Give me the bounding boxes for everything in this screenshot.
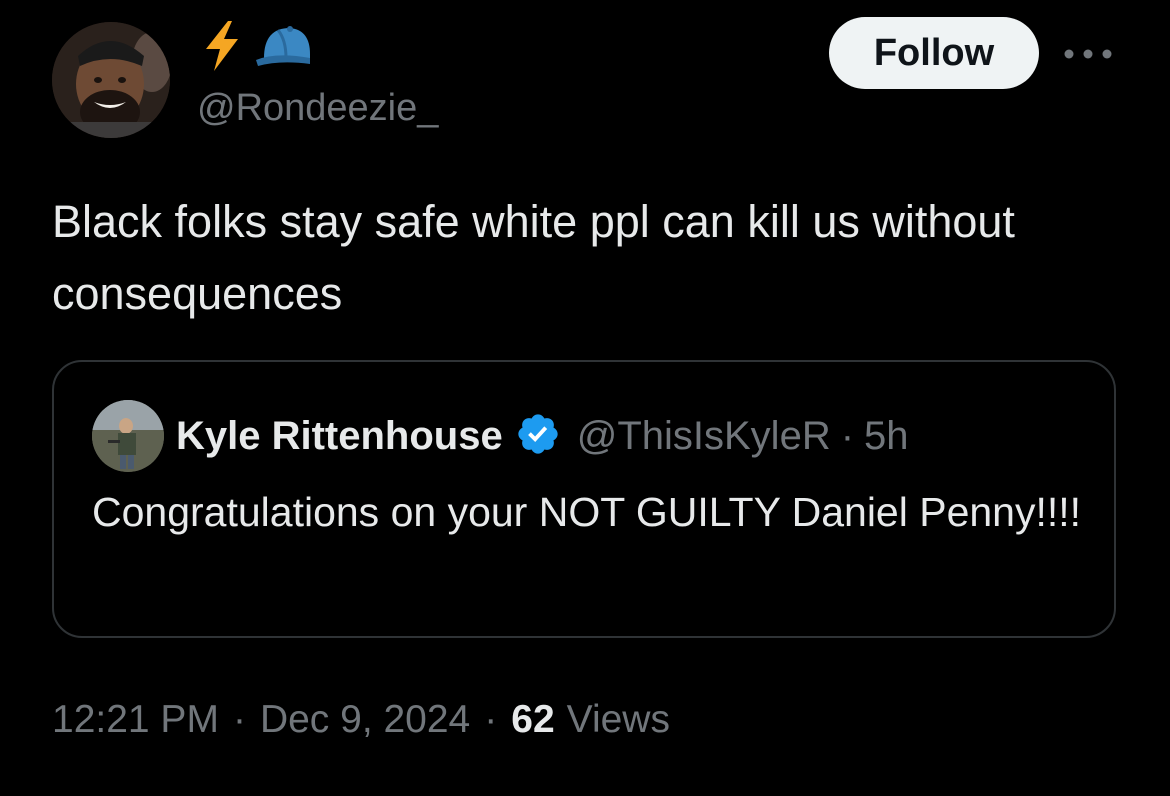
verified-badge-icon [515, 411, 561, 462]
lightning-bolt-icon [200, 20, 244, 76]
quote-tweet-text: Congratulations on your NOT GUILTY Danie… [92, 489, 1082, 535]
author-display-name[interactable] [200, 20, 312, 76]
quote-author-name[interactable]: Kyle Rittenhouse [176, 414, 503, 459]
author-handle[interactable]: @Rondeezie_ [197, 84, 438, 132]
views-label[interactable]: Views [567, 698, 670, 742]
user-avatar-icon [52, 22, 170, 138]
tweet-time[interactable]: 12:21 PM [52, 698, 219, 742]
quote-tweet-card[interactable]: Kyle Rittenhouse @ThisIsKyleR · 5h Congr… [52, 360, 1116, 638]
follow-button[interactable]: Follow [829, 17, 1039, 89]
tweet-text: Black folks stay safe white ppl can kill… [52, 196, 1015, 319]
quote-header: Kyle Rittenhouse @ThisIsKyleR · 5h [176, 406, 909, 466]
more-dots-icon [1064, 49, 1112, 59]
quote-author-avatar[interactable] [92, 400, 164, 472]
views-count[interactable]: 62 [511, 698, 554, 742]
meta-separator: · [484, 698, 498, 741]
quote-avatar-icon [92, 400, 164, 472]
blue-cap-icon [256, 24, 312, 73]
tweet-date[interactable]: Dec 9, 2024 [260, 698, 470, 742]
author-avatar[interactable] [52, 22, 170, 138]
quote-separator: · [840, 413, 855, 458]
quote-timestamp[interactable]: 5h [864, 414, 909, 459]
tweet-meta: 12:21 PM · Dec 9, 2024 · 62 Views [52, 692, 670, 748]
quote-author-handle[interactable]: @ThisIsKyleR [577, 414, 831, 459]
more-options-button[interactable] [1060, 36, 1116, 72]
meta-separator: · [232, 698, 246, 741]
